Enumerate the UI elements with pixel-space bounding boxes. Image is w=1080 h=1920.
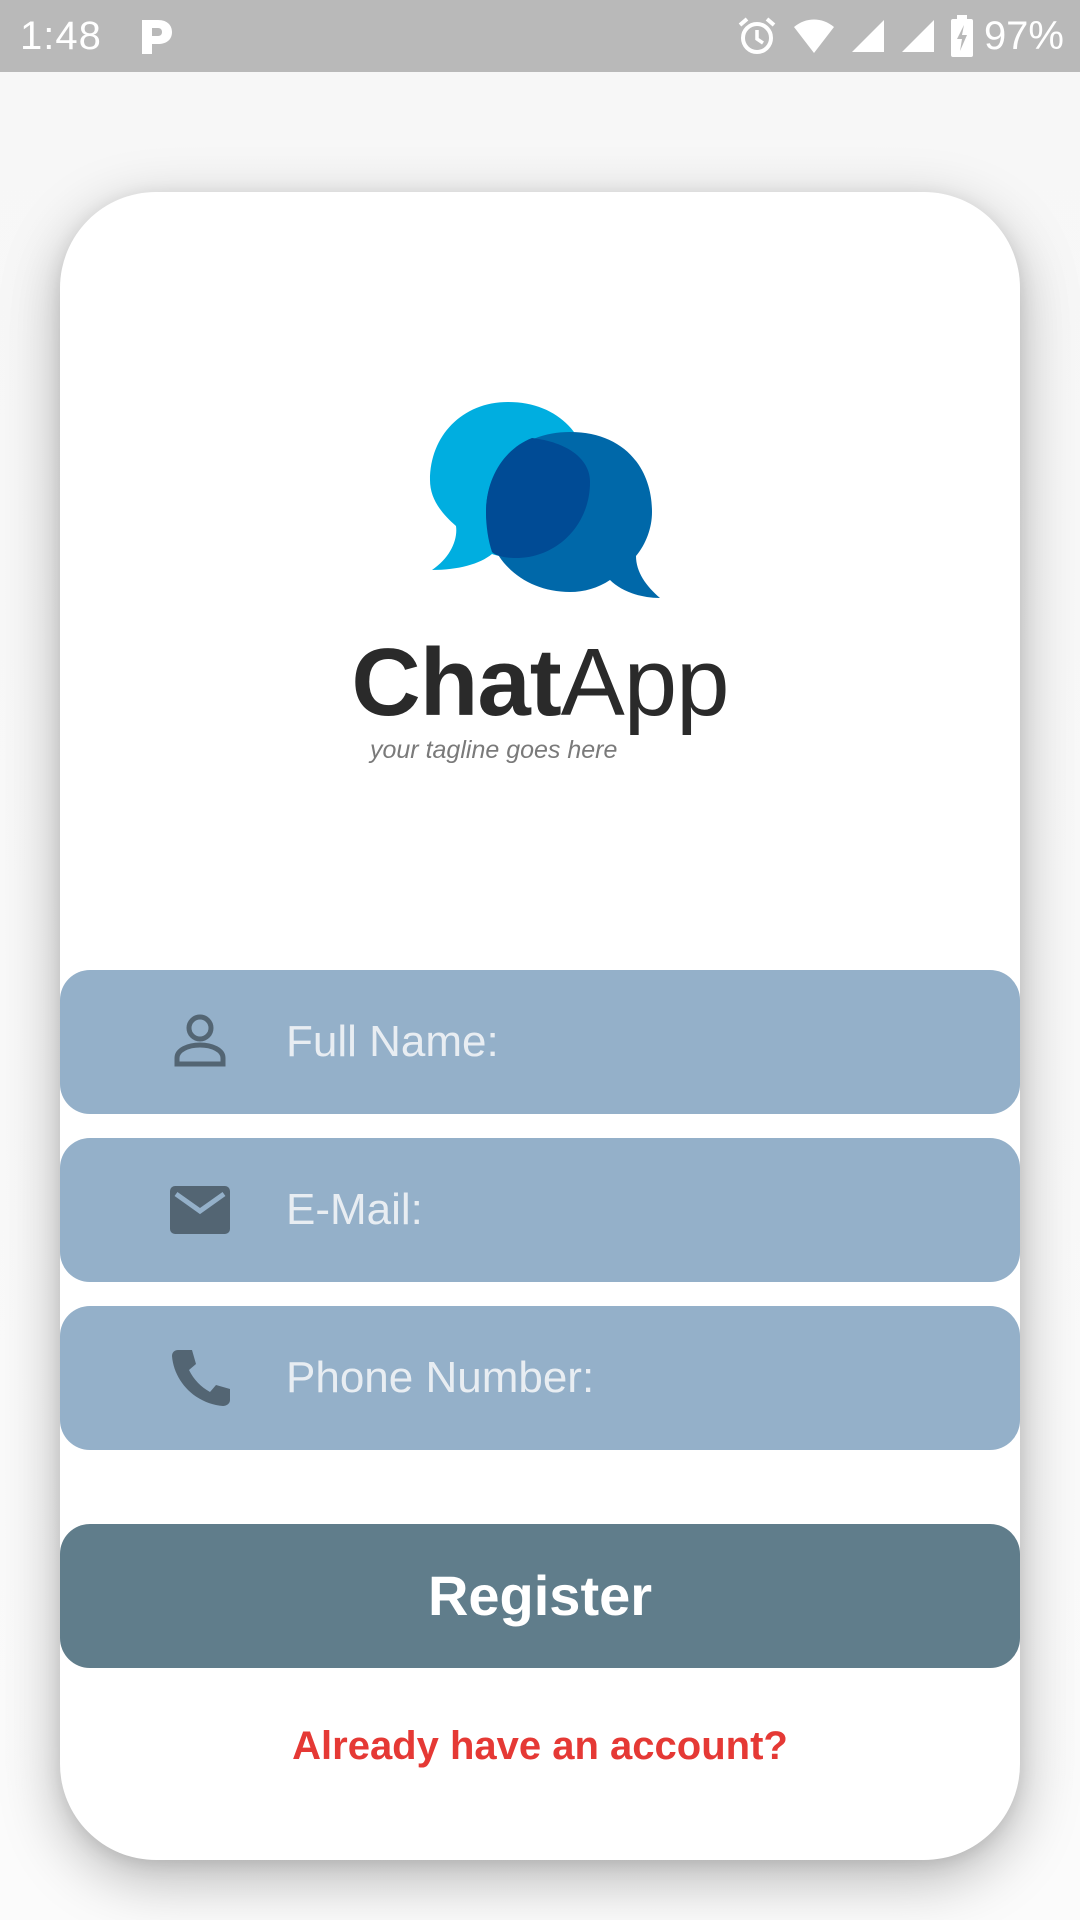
cell-signal-icon	[851, 20, 884, 52]
parking-p-icon	[142, 20, 172, 54]
app-logo: ChatApp your tagline goes here	[60, 402, 1020, 882]
cell-signal-icon	[901, 20, 934, 52]
logo-wordmark: ChatApp	[60, 628, 1020, 738]
alarm-icon	[738, 17, 776, 54]
phone-field[interactable]: Phone Number:	[60, 1306, 1020, 1450]
phone-icon	[172, 1350, 230, 1406]
mail-icon	[170, 1186, 230, 1234]
register-card: ChatApp your tagline goes here Full Name…	[60, 192, 1020, 1860]
logo-tagline: your tagline goes here	[370, 736, 618, 764]
login-link[interactable]: Already have an account?	[60, 1724, 1020, 1769]
person-icon	[174, 1014, 226, 1067]
wifi-icon	[793, 19, 834, 53]
phone-placeholder: Phone Number:	[286, 1353, 595, 1402]
status-time: 1:48	[20, 14, 102, 58]
full-name-placeholder: Full Name:	[286, 1017, 499, 1066]
full-name-field[interactable]: Full Name:	[60, 970, 1020, 1114]
page-background: ChatApp your tagline goes here Full Name…	[0, 72, 1080, 1920]
logo-word-app: App	[560, 629, 730, 736]
chat-bubbles-icon	[430, 402, 660, 598]
register-button[interactable]: Register	[60, 1524, 1020, 1668]
status-icons: 97%	[736, 12, 1064, 60]
battery-charging-icon	[950, 15, 973, 57]
battery-percent: 97%	[983, 14, 1064, 58]
email-placeholder: E-Mail:	[286, 1185, 423, 1234]
email-field[interactable]: E-Mail:	[60, 1138, 1020, 1282]
logo-word-chat: Chat	[351, 629, 561, 736]
status-bar: 1:48 97%	[0, 0, 1080, 72]
